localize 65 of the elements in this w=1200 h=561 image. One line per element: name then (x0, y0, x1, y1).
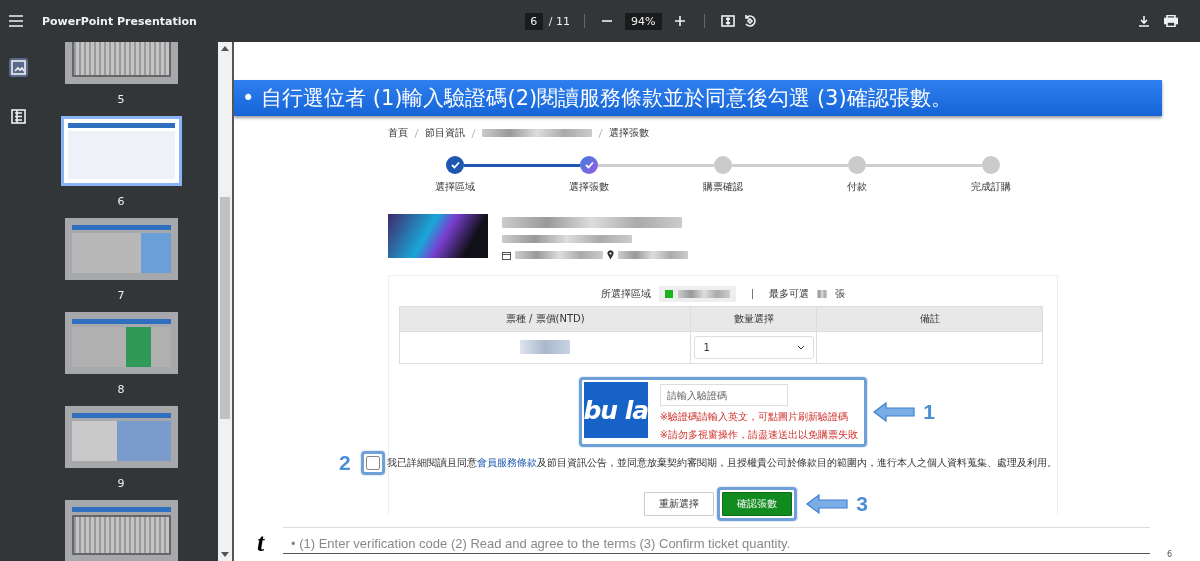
blurred-text (618, 251, 688, 259)
document-title: PowerPoint Presentation (42, 14, 197, 28)
page-thumbnail[interactable] (60, 116, 182, 186)
checkmark-icon (584, 161, 594, 169)
print-icon[interactable] (1164, 15, 1178, 27)
agreement-text: 我已詳細閱讀且同意會員服務條款及節目資訊公告，並同意放棄契約審閱期，且授權貴公司於條款目的範圍內，進行本人之個人資料蒐集、處理及利用。 (386, 456, 1057, 470)
zoom-in-icon[interactable] (673, 15, 686, 27)
slide-heading: • 自行選位者 (1)輸入驗證碼(2)閱讀服務條款並於同意後勾選 (3)確認張數。 (234, 80, 1162, 116)
page-total: / 11 (548, 14, 571, 28)
step-label: 購票確認 (703, 180, 743, 194)
captcha-note: ※驗證碼請輸入英文，可點圖片刷新驗證碼 (659, 410, 850, 424)
blurred-text (678, 290, 730, 298)
slide-footnote: • (1) Enter verification code (2) Read and agree to the terms (3) Confirm ticket quantity. (290, 536, 792, 551)
step-label: 完成訂購 (971, 180, 1011, 194)
location-pin-icon (607, 250, 614, 260)
column-header: 票種 / 票價(NTD) (399, 306, 691, 332)
step-label: 選擇區域 (435, 180, 475, 194)
chevron-down-icon (797, 345, 806, 350)
callout-number: 3 (856, 492, 868, 516)
page-number-field[interactable]: 6 (524, 12, 543, 30)
max-tickets-unit: 張 (835, 287, 845, 301)
corner-logo-letter: t (257, 530, 265, 556)
max-tickets-label: 最多可選 (769, 287, 809, 301)
captcha-input-field[interactable]: 請輸入驗證碼 (659, 384, 788, 406)
outline-view-button[interactable] (8, 107, 28, 126)
reset-button[interactable]: 重新選擇 (644, 492, 715, 516)
scrollbar[interactable] (218, 42, 232, 561)
page-thumbnail[interactable] (64, 406, 178, 468)
thumbnail-view-button[interactable] (8, 58, 28, 77)
page-label: 5 (117, 93, 125, 106)
terms-link[interactable]: 會員服務條款 (476, 457, 537, 468)
column-header: 備註 (816, 306, 1043, 332)
pointer-arrow (873, 402, 916, 422)
confirm-button[interactable]: 確認張數 (722, 492, 793, 516)
step-label: 付款 (847, 180, 867, 194)
menu-icon[interactable] (9, 15, 23, 27)
page-label: 9 (117, 477, 125, 490)
fit-page-icon[interactable] (720, 15, 735, 27)
page-thumbnail[interactable] (64, 312, 178, 374)
checkmark-icon (450, 161, 460, 169)
download-icon[interactable] (1138, 15, 1150, 27)
calendar-icon (502, 250, 511, 260)
rotate-icon[interactable] (742, 14, 757, 28)
pointer-arrow (806, 494, 849, 514)
page-thumbnail[interactable] (64, 218, 178, 280)
zoom-field[interactable]: 94% (625, 12, 662, 30)
page-label: 6 (117, 195, 125, 208)
breadcrumb-link[interactable]: 節目資訊 (425, 126, 465, 140)
agreement-checkbox[interactable] (365, 456, 380, 470)
breadcrumb-link[interactable]: 首頁 (388, 126, 408, 140)
captcha-note: ※請勿多視窗操作，請盡速送出以免購票失敗 (659, 428, 859, 442)
step-label: 選擇張數 (569, 180, 609, 194)
page-label: 8 (117, 383, 125, 396)
area-color-square (665, 290, 673, 298)
callout-number: 2 (339, 451, 351, 475)
quantity-select[interactable]: 1 (694, 336, 815, 359)
column-header: 數量選擇 (690, 306, 817, 332)
page-label: 7 (117, 289, 125, 302)
blurred-text (817, 290, 827, 298)
page-thumbnail[interactable] (64, 500, 178, 561)
callout-number: 1 (923, 400, 935, 424)
blurred-text (520, 339, 571, 354)
area-label: 所選擇區域 (601, 287, 651, 301)
slide-page-number: 6 (1166, 550, 1172, 559)
captcha-image[interactable]: bu la (583, 382, 648, 438)
